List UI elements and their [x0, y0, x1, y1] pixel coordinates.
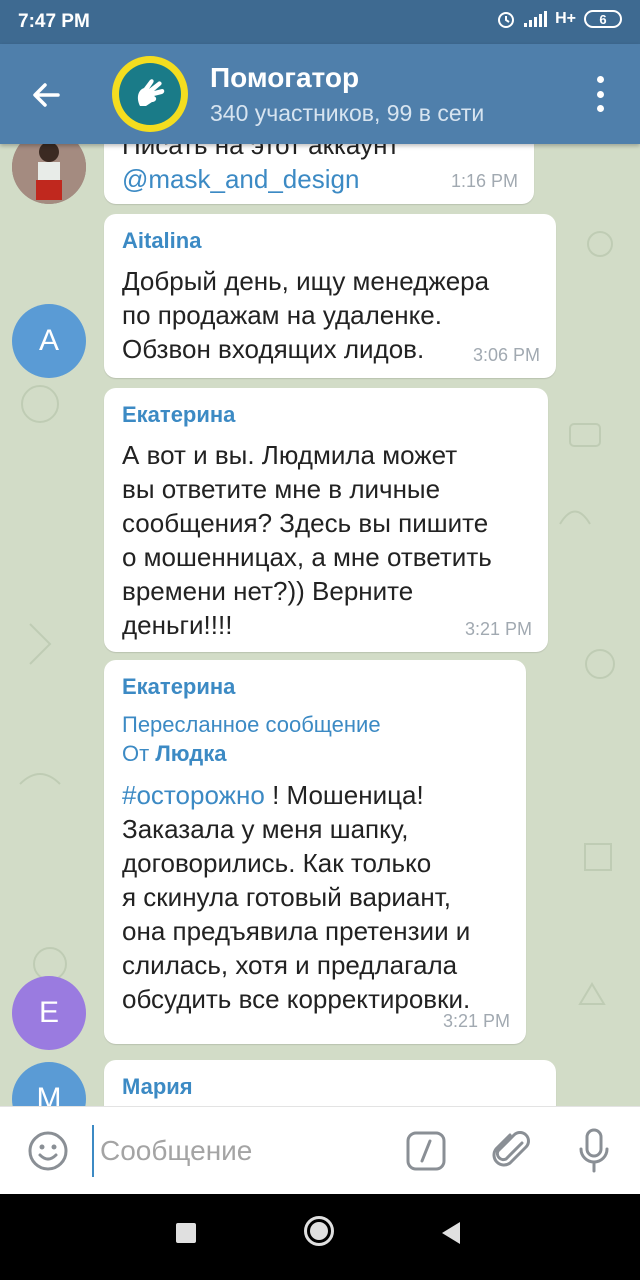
home-icon[interactable]	[304, 1216, 334, 1246]
back-arrow-icon[interactable]	[24, 72, 70, 118]
user-avatar[interactable]: Е	[12, 976, 86, 1050]
forwarded-message-bubble[interactable]: Екатерина Пересланное сообщение От Людка…	[104, 660, 526, 1044]
message-input[interactable]	[92, 1125, 392, 1177]
status-bar: 7:47 PM H+ 6	[0, 0, 640, 44]
status-icons: H+ 6	[496, 9, 622, 29]
microphone-icon[interactable]	[576, 1127, 612, 1175]
forward-header[interactable]: Пересланное сообщение От Людка	[122, 710, 508, 768]
message-text: Писать на этот аккаунт	[122, 144, 400, 160]
avatar-letter: Е	[38, 996, 59, 1029]
message-bubble[interactable]: Aitalina Добрый день, ищу менеджера по п…	[104, 214, 556, 378]
system-back-icon[interactable]	[438, 1220, 462, 1246]
group-avatar[interactable]	[112, 56, 188, 132]
message-list[interactable]: Писать на этот аккаунт @mask_and_design …	[0, 144, 640, 1106]
message-bubble[interactable]: Мария	[104, 1060, 556, 1106]
hashtag-link[interactable]: #осторожно	[122, 780, 265, 810]
forward-from-prefix: От	[122, 741, 150, 766]
group-member-count: 340 участников, 99 в сети	[210, 100, 485, 126]
chat-header: Помогатор 340 участников, 99 в сети	[0, 44, 640, 144]
message-input-bar	[0, 1106, 640, 1195]
alarm-icon	[498, 12, 515, 28]
emoji-icon[interactable]	[26, 1129, 70, 1173]
group-logo-icon	[119, 63, 181, 125]
message-text: А вот и вы. Людмила может вы ответите мн…	[122, 440, 492, 640]
network-type: H+	[555, 10, 576, 27]
signal-icon	[524, 11, 548, 27]
message-body: Заказала у меня шапку, договорились. Как…	[122, 814, 471, 1014]
battery-level: 6	[599, 11, 607, 27]
message-bubble[interactable]: Писать на этот аккаунт @mask_and_design …	[104, 144, 534, 204]
user-avatar[interactable]: A	[12, 304, 86, 378]
message-time: 3:21 PM	[464, 619, 532, 639]
avatar-letter: A	[38, 324, 59, 357]
system-nav-bar	[0, 1194, 640, 1280]
more-options-icon[interactable]	[588, 76, 612, 112]
message-time: 1:16 PM	[450, 171, 518, 191]
status-time: 7:47 PM	[18, 11, 90, 32]
message-bubble[interactable]: Екатерина А вот и вы. Людмила может вы о…	[104, 388, 548, 652]
sender-name[interactable]: Екатерина	[122, 674, 508, 700]
battery-icon: 6	[584, 10, 622, 28]
group-title[interactable]: Помогатор	[210, 62, 359, 94]
recent-apps-icon[interactable]	[176, 1223, 196, 1243]
attach-icon[interactable]	[492, 1129, 532, 1173]
message-time: 3:21 PM	[442, 1011, 510, 1031]
avatar-letter: М	[36, 1082, 62, 1106]
sender-name[interactable]: Екатерина	[122, 402, 530, 428]
forward-label: Пересланное сообщение	[122, 712, 381, 737]
sender-name[interactable]: Мария	[122, 1074, 538, 1100]
message-text: #осторожно ! Мошеница!	[122, 778, 508, 812]
sender-name[interactable]: Aitalina	[122, 228, 538, 254]
forward-from-name[interactable]: Людка	[155, 741, 226, 766]
message-time: 3:06 PM	[472, 345, 540, 365]
bot-command-icon[interactable]	[406, 1131, 446, 1171]
message-first-line: ! Мошеница!	[264, 780, 424, 810]
